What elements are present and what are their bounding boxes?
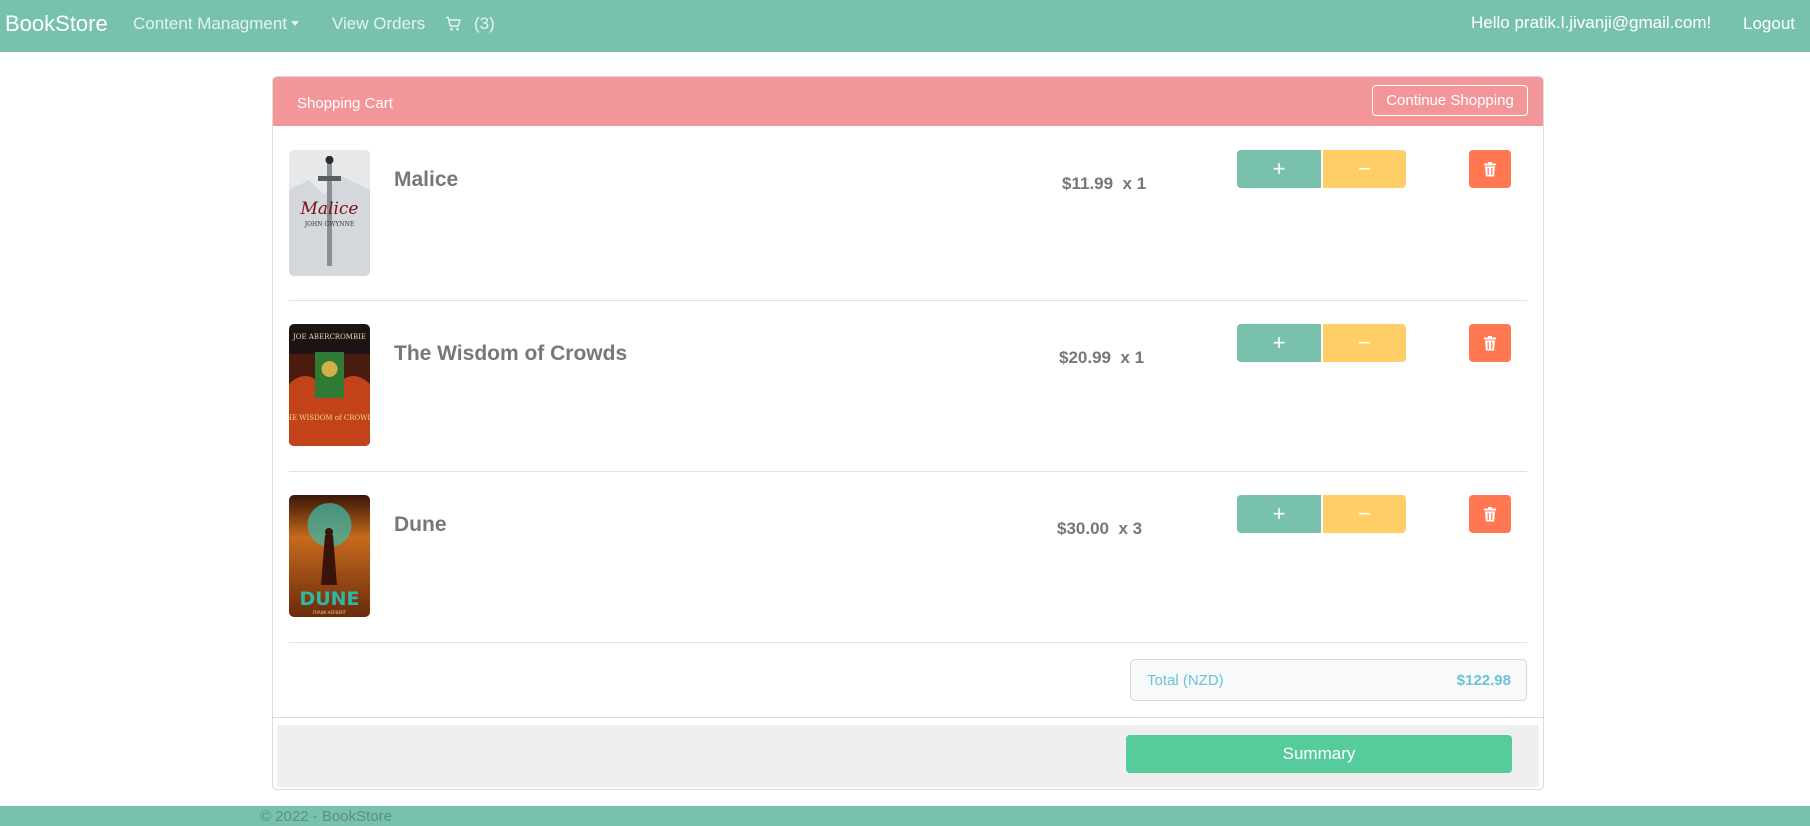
quantity-value: x 3 [1118, 519, 1143, 538]
cover-author-text: JOE ABERCROMBIE [292, 333, 366, 341]
item-price: $30.00 x 3 [1057, 519, 1142, 539]
cart-count: (3) [474, 14, 495, 33]
cart-item: JOE ABERCROMBIE THE WISDOM of CROWDS The… [289, 324, 1527, 454]
cart-item: DUNE FRANK HERBERT Dune $30.00 x 3 + − [289, 495, 1527, 625]
card-footer-divider [273, 717, 1543, 718]
cart-link[interactable]: (3) [445, 13, 495, 35]
user-greeting: Hello pratik.l.jivanji@gmail.com! [1471, 13, 1712, 32]
cart-title: Shopping Cart [297, 95, 393, 112]
total-label: Total (NZD) [1147, 672, 1224, 689]
cover-author-text: FRANK HERBERT [313, 610, 347, 615]
increase-quantity-button[interactable]: + [1237, 495, 1321, 533]
navbar: BookStore Content Managment View Orders … [0, 0, 1810, 52]
cover-title-text: THE WISDOM of CROWDS [289, 414, 370, 422]
total-summary: Total (NZD) $122.98 [1130, 659, 1527, 701]
item-divider [289, 642, 1527, 643]
logout-link[interactable]: Logout [1743, 13, 1795, 35]
brand-link[interactable]: BookStore [5, 10, 108, 38]
cart-item: Malice JOHN GWYNNE Malice $11.99 x 1 + − [289, 150, 1527, 280]
item-price: $11.99 x 1 [1062, 174, 1146, 194]
quantity-value: x 1 [1120, 348, 1145, 367]
trash-icon [1484, 506, 1496, 521]
increase-quantity-button[interactable]: + [1237, 150, 1321, 188]
content-management-dropdown[interactable]: Content Managment [133, 13, 300, 35]
item-title: Dune [394, 513, 447, 536]
view-orders-link[interactable]: View Orders [332, 13, 425, 35]
decrease-quantity-button[interactable]: − [1323, 150, 1406, 188]
shopping-cart-card: Shopping Cart Continue Shopping Malice J… [272, 76, 1544, 790]
cover-author-text: JOHN GWYNNE [304, 221, 355, 228]
increase-quantity-button[interactable]: + [1237, 324, 1321, 362]
delete-item-button[interactable] [1469, 495, 1511, 533]
quantity-value: x 1 [1122, 174, 1147, 193]
page-footer: © 2022 - BookStore [0, 806, 1810, 826]
content-management-label: Content Managment [133, 14, 288, 33]
item-divider [289, 300, 1527, 301]
cover-title-text: DUNE [299, 588, 359, 610]
cart-header: Shopping Cart Continue Shopping [273, 77, 1543, 126]
cover-title-text: Malice [300, 199, 359, 219]
price-value: $20.99 [1059, 348, 1111, 367]
summary-button[interactable]: Summary [1126, 735, 1512, 773]
delete-item-button[interactable] [1469, 324, 1511, 362]
cart-icon [446, 16, 461, 31]
book-cover-wisdom-of-crowds: JOE ABERCROMBIE THE WISDOM of CROWDS [289, 324, 370, 446]
trash-icon [1484, 335, 1496, 350]
item-divider [289, 471, 1527, 472]
item-title: Malice [394, 168, 459, 191]
item-title: The Wisdom of Crowds [394, 342, 628, 365]
item-price: $20.99 x 1 [1059, 348, 1144, 368]
decrease-quantity-button[interactable]: − [1323, 324, 1406, 362]
footer-copyright: © 2022 - BookStore [260, 808, 392, 825]
continue-shopping-button[interactable]: Continue Shopping [1372, 85, 1528, 116]
price-value: $11.99 [1062, 174, 1114, 193]
caret-down-icon [291, 21, 300, 26]
trash-icon [1484, 161, 1496, 176]
total-value: $122.98 [1456, 672, 1511, 689]
price-value: $30.00 [1057, 519, 1109, 538]
decrease-quantity-button[interactable]: − [1323, 495, 1406, 533]
book-cover-malice: Malice JOHN GWYNNE [289, 150, 370, 276]
delete-item-button[interactable] [1469, 150, 1511, 188]
book-cover-dune: DUNE FRANK HERBERT [289, 495, 370, 617]
